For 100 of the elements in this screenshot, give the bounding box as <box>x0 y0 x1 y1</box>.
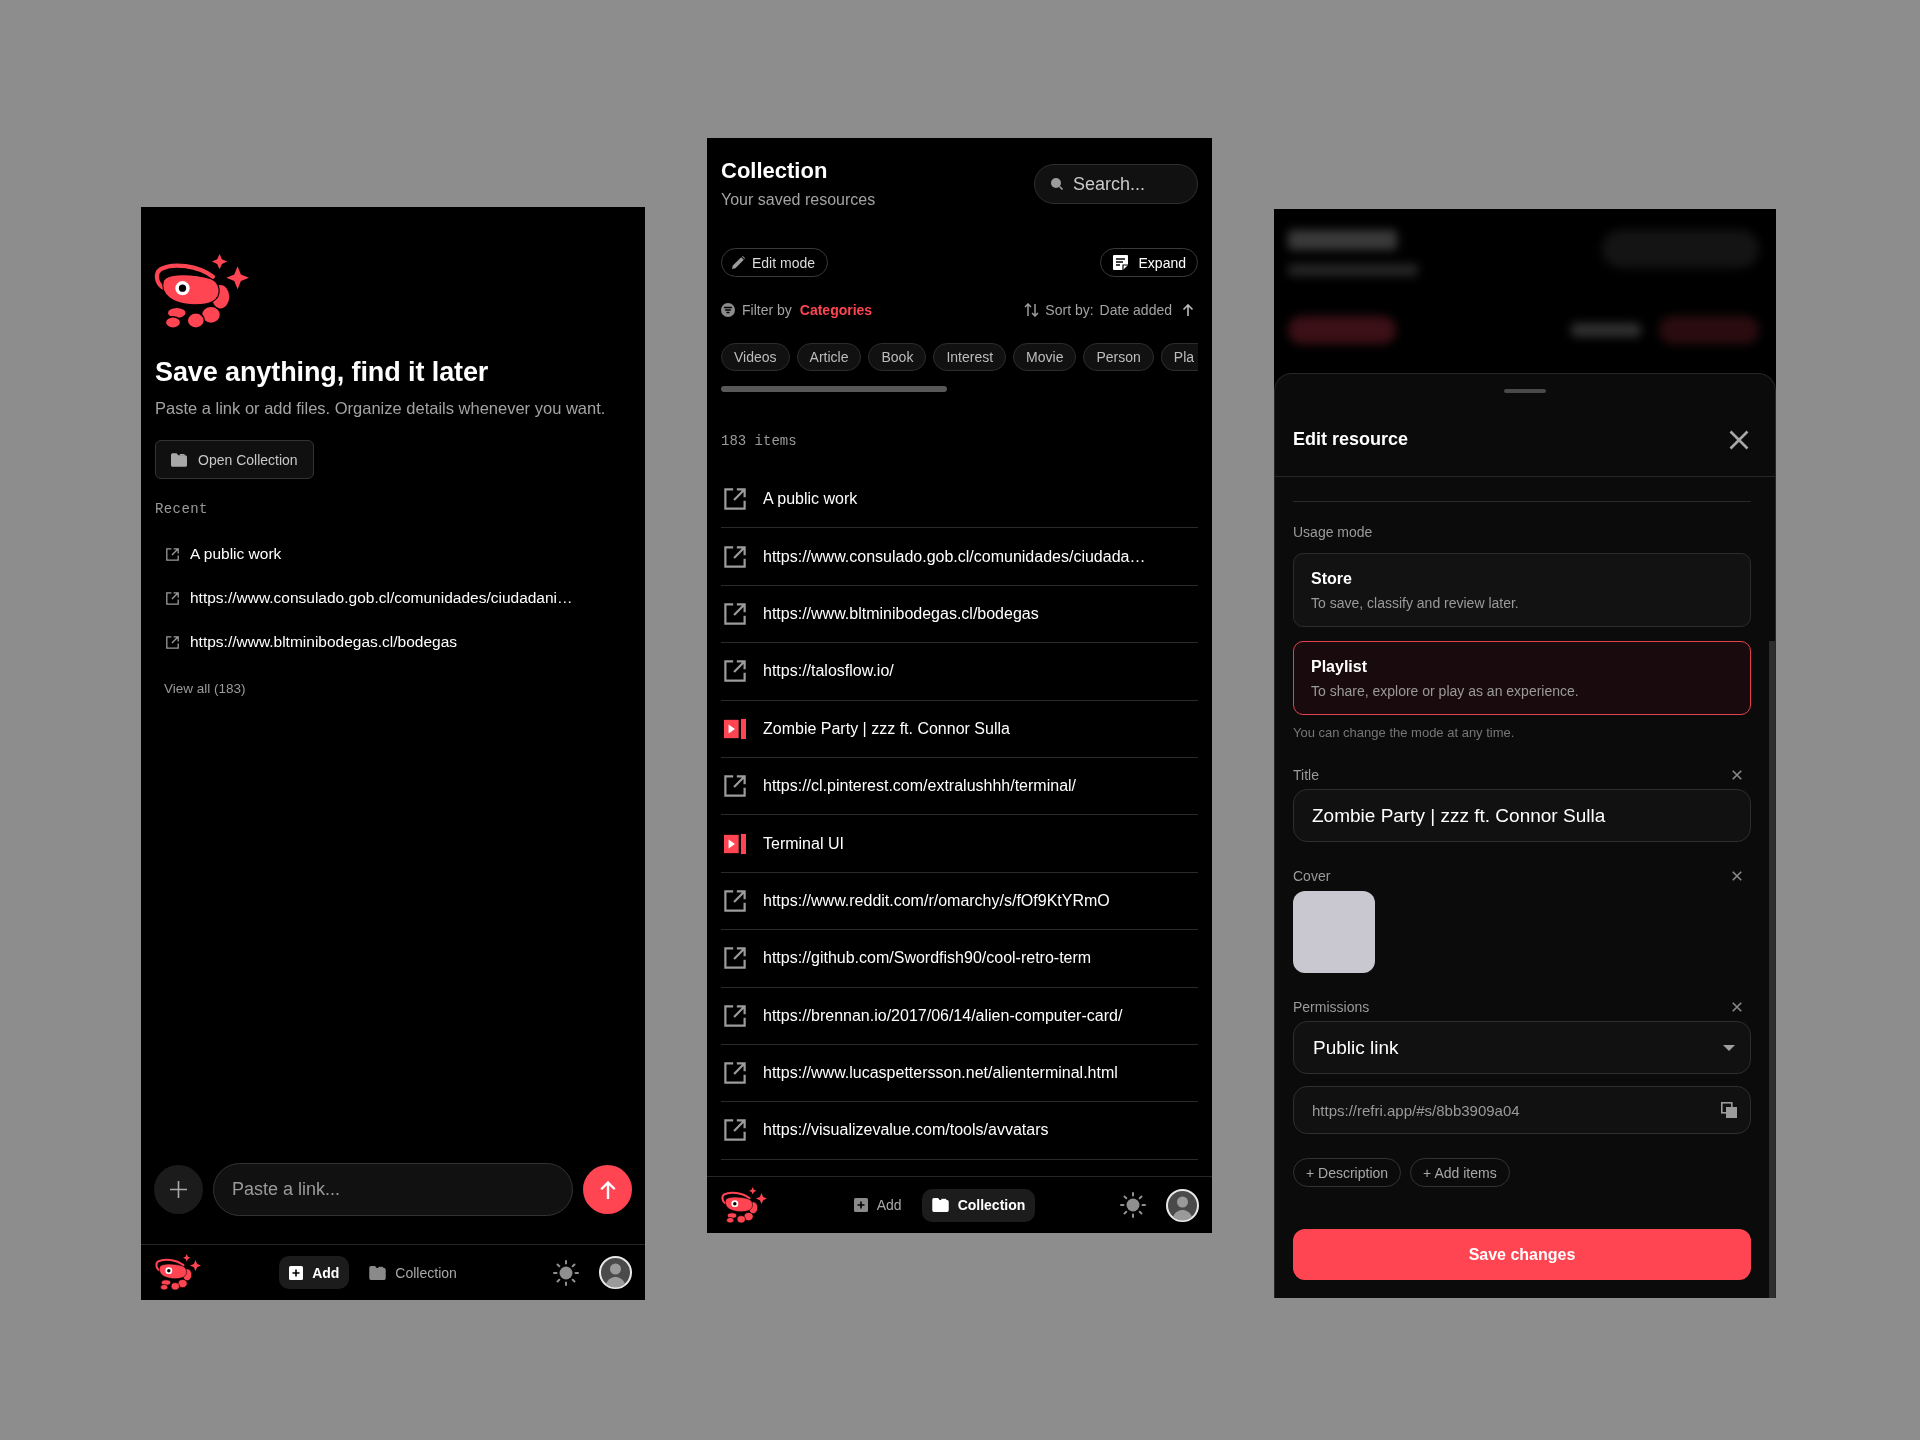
folder-icon <box>931 1198 949 1212</box>
field-label: Permissions <box>1293 999 1370 1015</box>
external-link-icon <box>724 1004 746 1027</box>
sort-value[interactable]: Date added <box>1099 302 1172 318</box>
resource-link[interactable]: https://cl.pinterest.com/extralushhh/terminal/ <box>721 757 1198 816</box>
external-link-icon <box>724 660 746 683</box>
send-button[interactable] <box>583 1165 632 1214</box>
avatar-icon[interactable] <box>599 1256 632 1289</box>
clear-icon[interactable] <box>1732 770 1742 780</box>
usage-mode-option[interactable]: Store To save, classify and review later. <box>1293 553 1751 627</box>
external-link-icon <box>724 1062 746 1085</box>
external-link-icon <box>166 591 179 605</box>
categories-link[interactable]: Categories <box>799 302 873 318</box>
filter-icon <box>721 303 735 317</box>
resource-link[interactable]: https://www.consulado.gob.cl/comunidades/ciudada… <box>721 528 1198 586</box>
field-label: Title <box>1293 767 1319 783</box>
search-icon <box>1051 178 1063 190</box>
item-count: 183 items <box>721 433 797 449</box>
option-title: Playlist <box>1311 657 1368 677</box>
resource-link[interactable]: A public work <box>721 471 1198 529</box>
recent-link[interactable]: https://www.bltminibodegas.cl/bodegas <box>155 620 631 664</box>
link-input-field[interactable]: Paste a link... <box>213 1163 573 1216</box>
option-title: Store <box>1311 569 1352 589</box>
sun-icon[interactable] <box>1120 1192 1146 1218</box>
plus-square-icon <box>289 1265 304 1280</box>
external-link-icon <box>724 602 746 625</box>
shrimp-logo-icon <box>721 1186 767 1224</box>
video-play-icon <box>724 717 746 740</box>
plus-square-icon <box>853 1198 868 1212</box>
resource-link[interactable]: https://talosflow.io/ <box>721 643 1198 701</box>
external-link-icon <box>724 488 746 511</box>
sort-label: Sort by: <box>1045 302 1094 318</box>
external-link-icon <box>724 775 746 798</box>
section-heading: Recent <box>155 501 208 517</box>
filter-chip[interactable]: Interest <box>933 343 1007 371</box>
field-label: Usage mode <box>1293 524 1373 540</box>
resource-link[interactable]: https://github.com/Swordfish90/cool-retro-term <box>721 930 1198 988</box>
hero-subtitle: Paste a link or add files. Organize details whenever you want. <box>155 398 606 419</box>
clear-icon[interactable] <box>1732 1002 1742 1012</box>
filter-chip[interactable]: Person <box>1083 343 1154 371</box>
folder-icon <box>369 1265 387 1280</box>
sheet-title: Edit resource <box>1293 429 1409 450</box>
scrollbar-thumb[interactable] <box>721 386 947 392</box>
arrow-up-icon <box>598 1180 617 1199</box>
permissions-select[interactable]: Public link <box>1293 1021 1751 1074</box>
document-icon <box>1112 255 1128 270</box>
search-field[interactable]: Search... <box>1034 164 1198 204</box>
usage-mode-option[interactable]: Playlist To share, explore or play as an experience. <box>1293 641 1751 715</box>
clear-icon[interactable] <box>1732 871 1742 881</box>
resource-link[interactable]: Zombie Party | zzz ft. Connor Sulla <box>721 700 1198 758</box>
external-link-icon <box>724 889 746 912</box>
hint-text: You can change the mode at any time. <box>1293 725 1515 741</box>
recent-link[interactable]: A public work <box>155 532 631 576</box>
resource-link[interactable]: Terminal UI <box>721 815 1198 873</box>
resource-link[interactable]: https://brennan.io/2017/06/14/alien-computer-card/ <box>721 987 1198 1045</box>
shrimp-logo-icon <box>155 1254 201 1291</box>
folder-icon <box>171 452 187 467</box>
scrollbar-thumb[interactable] <box>1769 641 1775 1298</box>
filter-chip[interactable]: Book <box>868 343 927 371</box>
filter-chip[interactable]: Movie <box>1013 343 1077 371</box>
copy-icon[interactable] <box>1721 1102 1737 1118</box>
filter-chip[interactable]: Pla <box>1160 343 1198 371</box>
filter-chip[interactable]: Videos <box>721 343 790 371</box>
option-description: To save, classify and review later. <box>1311 594 1519 612</box>
resource-link[interactable]: https://visualizevalue.com/tools/avvatars <box>721 1102 1198 1160</box>
sun-icon[interactable] <box>553 1259 579 1286</box>
screen-title: Collection <box>721 157 829 185</box>
external-link-icon <box>724 947 746 970</box>
screen-subtitle: Your saved resources <box>721 190 876 210</box>
option-description: To share, explore or play as an experience. <box>1311 682 1579 700</box>
recent-link[interactable]: https://www.consulado.gob.cl/comunidades/ciudadani… <box>155 576 631 620</box>
external-link-icon <box>166 635 179 649</box>
sort-arrows-icon <box>1024 303 1040 317</box>
field-label: Cover <box>1293 868 1331 884</box>
hero-title: Save anything, find it later <box>155 356 489 388</box>
plus-icon <box>170 1181 187 1198</box>
close-icon[interactable] <box>1729 429 1749 450</box>
external-link-icon <box>724 1119 746 1142</box>
pencil-icon <box>732 256 745 269</box>
open-collection-button[interactable]: Open Collection <box>155 440 314 479</box>
share-link-field[interactable]: https://refri.app/#s/8bb3909a04 <box>1293 1086 1751 1134</box>
nav-tab[interactable]: Collection <box>359 1256 467 1289</box>
resource-link[interactable]: https://www.reddit.com/r/omarchy/s/fOf9KtYRmO <box>721 872 1198 931</box>
caret-down-icon <box>1723 1044 1735 1051</box>
title-input[interactable]: Zombie Party | zzz ft. Connor Sulla <box>1293 789 1751 842</box>
nav-tab[interactable]: Add <box>279 1256 350 1289</box>
view-all-link[interactable]: View all (183) <box>164 680 246 698</box>
resource-link[interactable]: https://www.bltminibodegas.cl/bodegas <box>721 585 1198 644</box>
external-link-icon <box>724 545 746 568</box>
filter-chip[interactable]: Article <box>796 343 862 371</box>
avatar-icon[interactable] <box>1166 1188 1199 1222</box>
shrimp-logo-icon <box>154 254 249 330</box>
video-play-icon <box>724 832 746 855</box>
nav-tab[interactable]: Add <box>843 1188 912 1222</box>
resource-link[interactable]: https://www.lucaspettersson.net/alienterminal.html <box>721 1044 1198 1103</box>
external-link-icon <box>166 547 179 561</box>
sheet-handle[interactable] <box>1504 389 1546 393</box>
arrow-up-icon[interactable] <box>1182 304 1194 316</box>
nav-tab[interactable]: Collection <box>921 1188 1036 1222</box>
filter-label: Filter by <box>742 302 792 318</box>
